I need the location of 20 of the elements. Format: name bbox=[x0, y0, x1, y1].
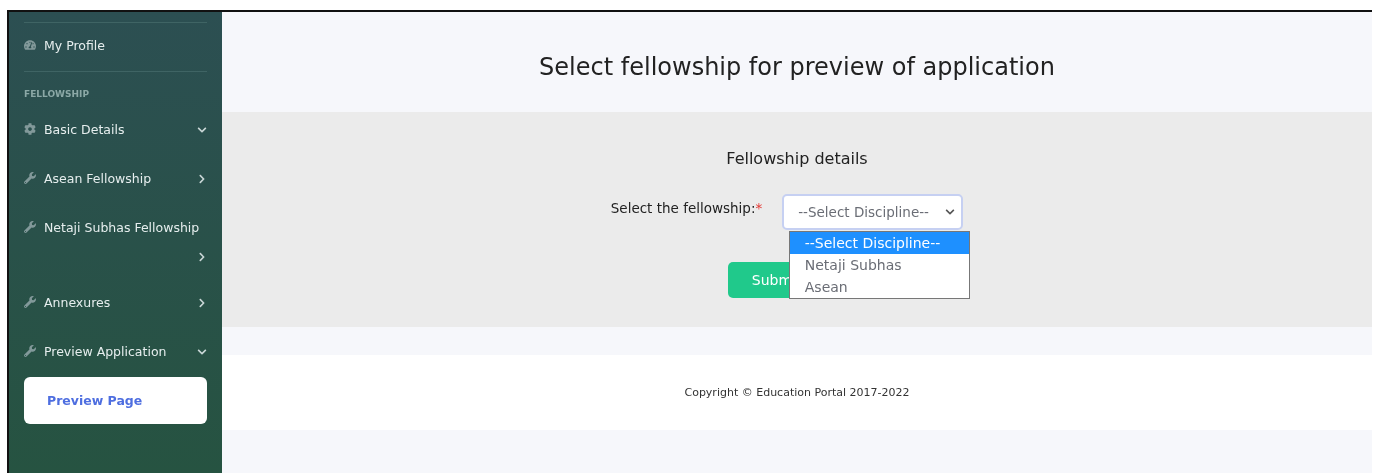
fellowship-select[interactable]: --Select Discipline-- bbox=[782, 194, 964, 230]
gauge-icon bbox=[24, 37, 36, 51]
sidebar-item[interactable]: Netaji Subhas Fellowship bbox=[44, 219, 200, 236]
field-label: Select the fellowship:* bbox=[610, 199, 763, 218]
wrench-icon bbox=[24, 219, 36, 233]
page-title: Select fellowship for preview of application bbox=[539, 53, 1055, 81]
chevron-down-icon bbox=[945, 207, 956, 217]
sidebar-item[interactable]: Preview Application bbox=[44, 343, 189, 360]
sidebar-item[interactable]: My Profile bbox=[44, 37, 207, 54]
form-heading: Fellowship details bbox=[726, 149, 868, 168]
copyright-text: Copyright © Education Portal 2017-2022 bbox=[684, 386, 910, 399]
sidebar-item[interactable]: Asean Fellowship bbox=[44, 170, 189, 187]
gear-icon bbox=[24, 121, 36, 135]
sidebar-item[interactable]: Basic Details bbox=[44, 121, 189, 138]
submenu-item[interactable]: Preview Page bbox=[24, 377, 207, 424]
wrench-icon bbox=[24, 170, 36, 184]
section-heading: FELLOWSHIP bbox=[24, 88, 90, 101]
wrench-icon bbox=[24, 294, 36, 308]
sidebar-item[interactable]: Annexures bbox=[44, 294, 189, 311]
wrench-icon bbox=[24, 343, 36, 357]
